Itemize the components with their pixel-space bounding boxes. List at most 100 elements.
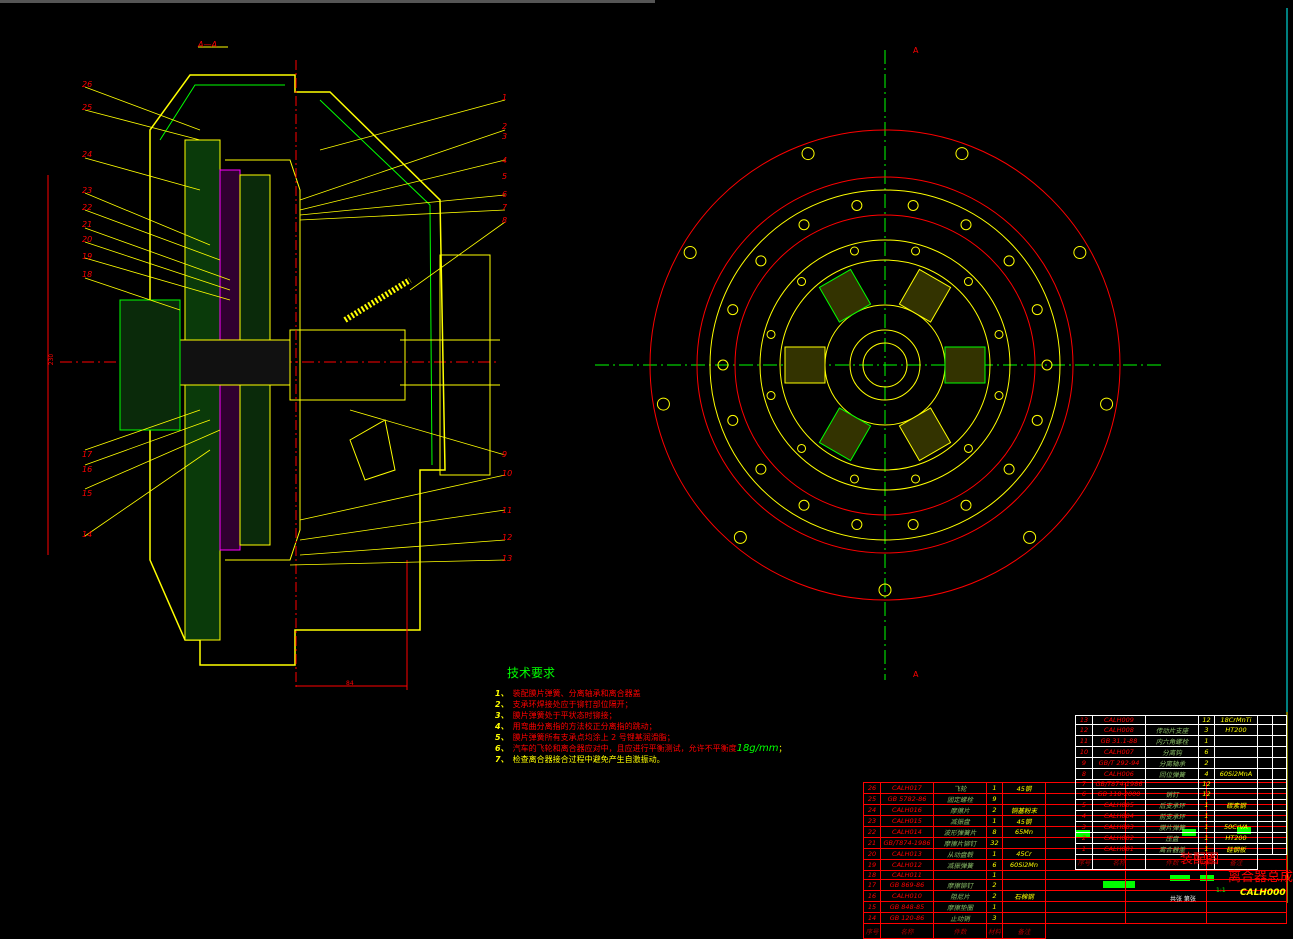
parts-cell: 9 [1075,757,1093,769]
parts-cell: 2 [986,890,1003,902]
empty-cell [1257,724,1273,736]
parts-cell: 减振盘 [933,815,987,827]
empty-cell [1044,901,1127,913]
parts-cell: 止动销 [933,912,987,924]
parts-cell: CALH002 [1092,832,1146,844]
part-number-label: 3 [502,132,508,141]
requirement-text: 膜片弹簧所有支承点均涂上 2 号锂基润滑脂； [512,733,675,742]
requirement-item: 1、 装配膜片弹簧、分离轴承和离合器盖 [495,688,787,699]
parts-list-upper: 13 CALH009 12 18CrMnTi 12 CALH008 传动片支座 3 HT200 1… [1075,715,1287,870]
height-dimension: 230 [48,353,56,366]
bolt-hole [801,147,815,161]
empty-cell [1044,879,1127,891]
parts-cell: 6 [1075,788,1093,800]
rivet-hole [797,443,807,453]
parts-cell: 6 [1198,746,1215,758]
bolt-hole [733,530,747,544]
part-number-label: 9 [502,450,508,459]
parts-cell: 摩擦片 [933,804,987,816]
parts-cell: 4 [1198,768,1215,780]
parts-cell: 1 [986,782,1003,794]
parts-cell [1145,779,1199,789]
parts-cell: 内六角螺栓 [1145,735,1199,747]
rivet-hole [797,277,807,287]
parts-cell [1002,912,1046,924]
requirement-item: 2、 支承环焊接处应于铆钉部位隔开； [495,699,787,710]
rivet-hole [727,304,739,316]
parts-cell: 50CrVA [1214,821,1258,833]
rivet-hole [766,329,776,339]
parts-cell: GB 120-86 [880,912,934,924]
parts-cell: 1 [1198,799,1215,811]
parts-cell: 4 [1075,810,1093,822]
parts-cell: 5 [1075,799,1093,811]
part-number-label: 5 [502,172,508,181]
part-number-label: 15 [82,489,93,498]
parts-cell: 11 [1075,735,1093,747]
header-cell: 材料 [986,923,1003,939]
requirement-text: 装配膜片弹簧、分离轴承和离合器盖 [512,689,641,698]
parts-cell [1214,788,1258,800]
rivet-hole [1003,463,1015,475]
parts-cell: 60Si2Mn [1002,859,1046,871]
parts-cell [1002,879,1046,891]
parts-cell: 3 [1198,724,1215,736]
parts-cell: 1 [1198,735,1215,747]
parts-cell: 铜基粉末 [1002,804,1046,816]
rivet-hole [960,499,972,511]
parts-cell: 1 [986,848,1003,860]
parts-cell: 9 [986,793,1003,805]
parts-row: 11 GB 31.1-88 内六角螺栓 1 [1075,735,1287,747]
parts-row: 13 CALH009 12 18CrMnTi [1075,715,1287,725]
parts-cell: CALH010 [880,890,934,902]
drawing-code: CALH000 [1240,888,1286,898]
parts-cell: 8 [1075,768,1093,780]
part-number-label: 17 [82,450,93,459]
parts-cell: 10 [1075,746,1093,758]
parts-cell: HT200 [1214,832,1258,844]
parts-cell: CALH001 [1092,843,1146,855]
parts-cell [933,870,987,880]
parts-cell: CALH012 [880,859,934,871]
part-number-label: 4 [502,156,508,165]
parts-cell: 碳素钢 [1214,799,1258,811]
requirement-number: 4、 [495,722,509,731]
parts-cell: 22 [863,826,881,838]
part-number-label: 20 [82,235,93,244]
parts-cell: 17 [863,879,881,891]
part-number-label: 21 [82,220,93,229]
parts-cell: 25 [863,793,881,805]
parts-cell: HT200 [1214,724,1258,736]
requirement-number: 3、 [495,711,509,720]
parts-row: 12 CALH008 传动片支座 3 HT200 [1075,724,1287,736]
parts-cell: 摩擦片铆钉 [933,837,987,849]
requirement-number: 5、 [495,733,509,742]
rivet-hole [963,277,973,287]
parts-cell: 阻尼片 [933,890,987,902]
requirement-item: 3、 膜片弹簧处于平状态时铆接； [495,710,787,721]
rivet-hole [907,199,919,211]
parts-cell: CALH004 [1092,810,1146,822]
parts-cell: 1 [986,815,1003,827]
parts-row: 8 CALH006 回位弹簧 4 60Si2MnA [1075,768,1287,780]
parts-cell: 8 [986,826,1003,838]
parts-row: 15 GB 848-85 摩擦垫圈 1 [863,901,1288,913]
parts-row: 5 CALH005 后支承环 1 碳素钢 [1075,799,1287,811]
requirement-item: 4、 用弯曲分离指的方法校正分离指的跳动； [495,721,787,732]
header-cell: 件数 [933,923,987,939]
parts-cell [1002,870,1046,880]
parts-cell: 45钢 [1002,782,1046,794]
parts-cell: CALH006 [1092,768,1146,780]
rivet-hole [1031,304,1043,316]
rivet-hole [1031,414,1043,426]
parts-row: 18 CALH011 1 [863,870,1288,880]
parts-cell: 3 [1075,821,1093,833]
parts-cell: 1 [1198,832,1215,844]
parts-cell: 21 [863,837,881,849]
parts-cell [1214,735,1258,747]
parts-cell: 2 [1075,832,1093,844]
part-number-label: 18 [82,270,93,279]
rivet-hole [798,219,810,231]
parts-cell: 18 [863,870,881,880]
parts-cell: 分离轴承 [1145,757,1199,769]
